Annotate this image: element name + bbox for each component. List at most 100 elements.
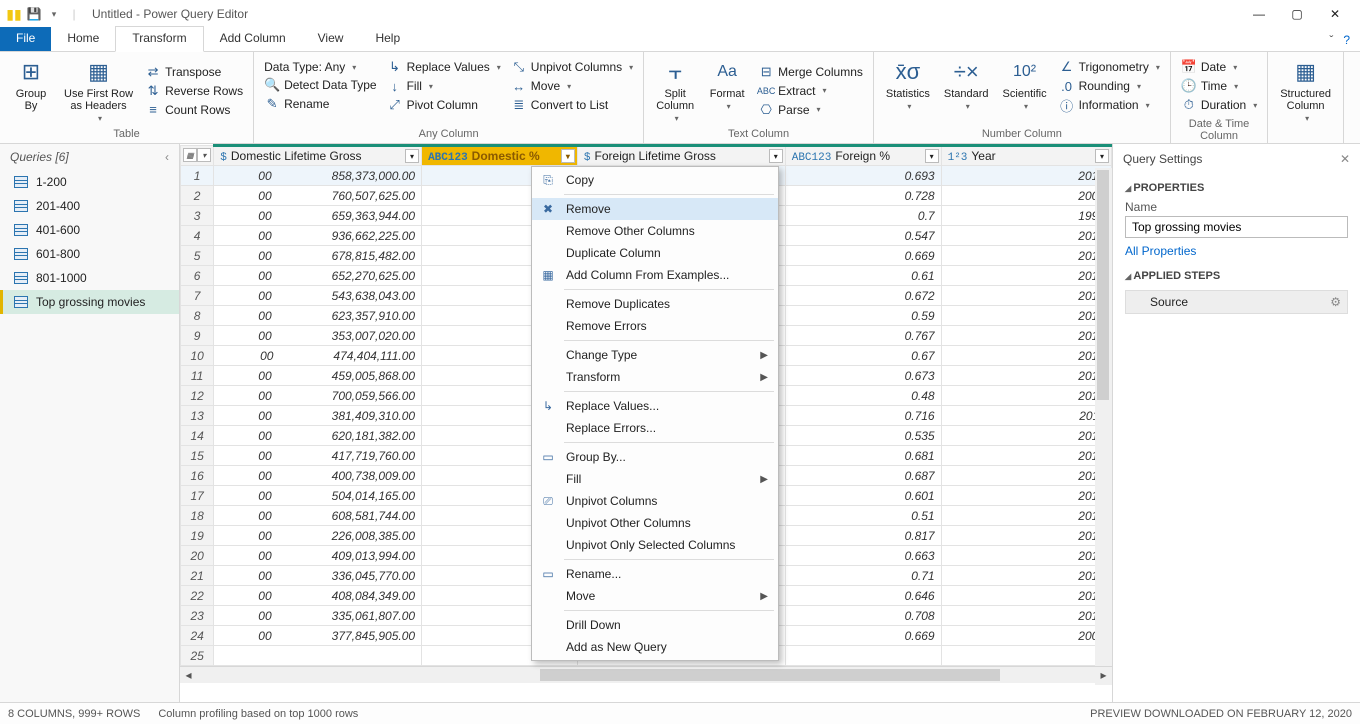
- gear-icon[interactable]: ⚙: [1330, 295, 1341, 309]
- cell-year[interactable]: 2018: [941, 506, 1111, 526]
- cell-year[interactable]: 2016: [941, 586, 1111, 606]
- cell-domestic-gross[interactable]: 00 623,357,910.00: [214, 306, 422, 326]
- query-name-input[interactable]: [1125, 216, 1348, 238]
- cell-year[interactable]: 2009: [941, 186, 1111, 206]
- cell-year[interactable]: 2015: [941, 566, 1111, 586]
- ribbon-collapse-icon[interactable]: ˇ: [1329, 33, 1333, 47]
- cell-year[interactable]: 2019: [941, 166, 1111, 186]
- cell-year[interactable]: 2018: [941, 606, 1111, 626]
- tab-file[interactable]: File: [0, 27, 51, 51]
- cell-domestic-gross[interactable]: 00 652,270,625.00: [214, 266, 422, 286]
- filter-dropdown-icon[interactable]: ▾: [561, 149, 575, 163]
- cell-domestic-gross[interactable]: 00 608,581,744.00: [214, 506, 422, 526]
- cell-foreign-pct[interactable]: 0.716: [785, 406, 941, 426]
- cell-domestic-gross[interactable]: 00 936,662,225.00: [214, 226, 422, 246]
- filter-dropdown-icon[interactable]: ▾: [1095, 149, 1109, 163]
- cell-domestic-gross[interactable]: 00 336,045,770.00: [214, 566, 422, 586]
- menu-item-replace-values[interactable]: ↳Replace Values...: [532, 395, 778, 417]
- merge-columns-button[interactable]: ⊟Merge Columns: [756, 63, 865, 81]
- type-icon[interactable]: ABC123: [792, 152, 832, 164]
- cell-year[interactable]: 2019: [941, 346, 1111, 366]
- column-header-rownum[interactable]: ▦▾: [181, 146, 214, 166]
- cell-foreign-pct[interactable]: 0.687: [785, 466, 941, 486]
- cell-year[interactable]: 2017: [941, 486, 1111, 506]
- cell-year[interactable]: 2011: [941, 406, 1111, 426]
- menu-item-rename[interactable]: ▭Rename...: [532, 563, 778, 585]
- menu-item-fill[interactable]: Fill▶: [532, 468, 778, 490]
- run-r-button[interactable]: RRun R script: [1352, 56, 1360, 116]
- filter-dropdown-icon[interactable]: ▾: [925, 149, 939, 163]
- format-button[interactable]: AaFormat: [704, 56, 750, 125]
- cell-foreign-pct[interactable]: [785, 646, 941, 666]
- query-item[interactable]: 801-1000: [0, 266, 179, 290]
- query-item[interactable]: 201-400: [0, 194, 179, 218]
- move-button[interactable]: ↔Move: [509, 77, 635, 95]
- table-menu-icon[interactable]: ▦: [183, 148, 197, 162]
- hscroll-right-icon[interactable]: ▸: [1095, 667, 1112, 684]
- tab-home[interactable]: Home: [51, 27, 115, 51]
- menu-item-duplicate-column[interactable]: Duplicate Column: [532, 242, 778, 264]
- duration-button[interactable]: ⏱Duration: [1179, 96, 1259, 114]
- table-dropdown-icon[interactable]: ▾: [197, 148, 211, 162]
- tab-help[interactable]: Help: [359, 27, 416, 51]
- menu-item-transform[interactable]: Transform▶: [532, 366, 778, 388]
- cell-year[interactable]: 1997: [941, 206, 1111, 226]
- cell-foreign-pct[interactable]: 0.669: [785, 626, 941, 646]
- query-item[interactable]: 1-200: [0, 170, 179, 194]
- qat-dropdown-icon[interactable]: ▾: [46, 6, 62, 22]
- cell-year[interactable]: 2015: [941, 266, 1111, 286]
- trigonometry-button[interactable]: ∠Trigonometry: [1057, 58, 1162, 76]
- cell-foreign-pct[interactable]: 0.673: [785, 366, 941, 386]
- cell-foreign-pct[interactable]: 0.67: [785, 346, 941, 366]
- cell-year[interactable]: 2017: [941, 526, 1111, 546]
- column-header-year[interactable]: 1²3Year▾: [941, 146, 1111, 166]
- cell-domestic-gross[interactable]: 00 226,008,385.00: [214, 526, 422, 546]
- query-item[interactable]: Top grossing movies: [0, 290, 179, 314]
- cell-foreign-pct[interactable]: 0.601: [785, 486, 941, 506]
- unpivot-columns-button[interactable]: ⤡Unpivot Columns: [509, 58, 635, 76]
- minimize-button[interactable]: —: [1252, 7, 1266, 21]
- cell-domestic-gross[interactable]: 00 474,404,111.00: [214, 346, 422, 366]
- horizontal-scrollbar[interactable]: ◂ ▸: [180, 666, 1112, 683]
- cell-domestic-gross[interactable]: 00 858,373,000.00: [214, 166, 422, 186]
- column-header-domestic-pct[interactable]: ABC123Domestic %▾: [422, 146, 578, 166]
- hscroll-left-icon[interactable]: ◂: [180, 667, 197, 684]
- menu-item-group-by[interactable]: ▭Group By...: [532, 446, 778, 468]
- cell-foreign-pct[interactable]: 0.817: [785, 526, 941, 546]
- cell-foreign-pct[interactable]: 0.669: [785, 246, 941, 266]
- type-icon[interactable]: $: [584, 152, 591, 164]
- cell-foreign-pct[interactable]: 0.663: [785, 546, 941, 566]
- column-header-domestic-gross[interactable]: $Domestic Lifetime Gross▾: [214, 146, 422, 166]
- transpose-button[interactable]: ⇄Transpose: [143, 63, 245, 81]
- cell-domestic-gross[interactable]: 00 678,815,482.00: [214, 246, 422, 266]
- close-button[interactable]: ✕: [1328, 7, 1342, 21]
- cell-foreign-pct[interactable]: 0.672: [785, 286, 941, 306]
- cell-year[interactable]: 2018: [941, 446, 1111, 466]
- menu-item-unpivot-other-columns[interactable]: Unpivot Other Columns: [532, 512, 778, 534]
- cell-year[interactable]: 2013: [941, 466, 1111, 486]
- all-properties-link[interactable]: All Properties: [1125, 244, 1196, 258]
- menu-item-drill-down[interactable]: Drill Down: [532, 614, 778, 636]
- type-icon[interactable]: 1²3: [948, 152, 968, 164]
- cell-domestic-gross[interactable]: 00 543,638,043.00: [214, 286, 422, 306]
- tab-add-column[interactable]: Add Column: [204, 27, 302, 51]
- rounding-button[interactable]: .0Rounding: [1057, 77, 1162, 95]
- cell-foreign-pct[interactable]: 0.535: [785, 426, 941, 446]
- menu-item-remove-errors[interactable]: Remove Errors: [532, 315, 778, 337]
- cell-year[interactable]: 2015: [941, 366, 1111, 386]
- filter-dropdown-icon[interactable]: ▾: [405, 149, 419, 163]
- data-type-button[interactable]: Data Type: Any: [262, 59, 379, 75]
- rename-button[interactable]: ✎Rename: [262, 95, 379, 113]
- split-column-button[interactable]: ⫟Split Column: [652, 56, 698, 125]
- structured-column-button[interactable]: ▦Structured Column: [1276, 56, 1335, 125]
- cell-foreign-pct[interactable]: 0.681: [785, 446, 941, 466]
- menu-item-remove-other-columns[interactable]: Remove Other Columns: [532, 220, 778, 242]
- fill-button[interactable]: ↓Fill: [385, 77, 503, 95]
- query-item[interactable]: 401-600: [0, 218, 179, 242]
- menu-item-unpivot-columns[interactable]: ⎚Unpivot Columns: [532, 490, 778, 512]
- vertical-scrollbar[interactable]: [1095, 168, 1112, 685]
- scientific-button[interactable]: 10²Scientific: [999, 56, 1051, 116]
- cell-foreign-pct[interactable]: 0.51: [785, 506, 941, 526]
- cell-foreign-pct[interactable]: 0.61: [785, 266, 941, 286]
- cell-year[interactable]: [941, 646, 1111, 666]
